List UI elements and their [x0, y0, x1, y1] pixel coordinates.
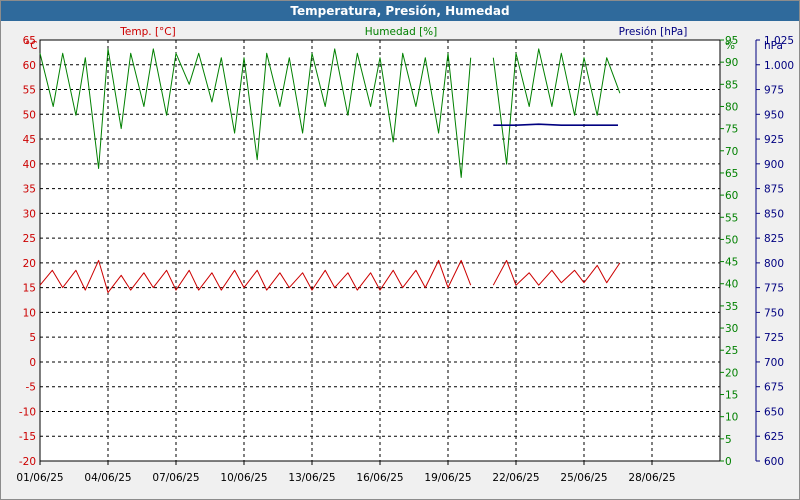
humidity-tick-label: 75 [725, 124, 738, 136]
humidity-tick-label: 15 [725, 390, 738, 402]
humidity-axis-title: Humedad [%] [365, 26, 438, 38]
temp-tick-label: 55 [23, 85, 36, 97]
humidity-tick-label: 55 [725, 212, 738, 224]
humidity-tick-label: 0 [725, 456, 732, 468]
humidity-unit-label: % [725, 40, 735, 52]
chart-canvas: 65605550454035302520151050-5-10-15-20959… [16, 26, 794, 484]
x-tick-label: 04/06/25 [84, 472, 131, 484]
pressure-tick-label: 750 [764, 307, 784, 319]
pressure-tick-label: 900 [764, 159, 784, 171]
x-tick-label: 10/06/25 [220, 472, 267, 484]
temp-tick-label: -5 [26, 382, 36, 394]
pressure-tick-label: 775 [764, 283, 784, 295]
pressure-tick-label: 825 [764, 233, 784, 245]
x-tick-label: 19/06/25 [424, 472, 471, 484]
humidity-tick-label: 5 [725, 434, 732, 446]
humidity-tick-label: 70 [725, 146, 738, 158]
temp-tick-label: 40 [23, 159, 36, 171]
pressure-tick-label: 1.000 [764, 60, 794, 72]
temp-tick-label: 5 [29, 332, 36, 344]
pressure-tick-label: 625 [764, 431, 784, 443]
pressure-unit-label: hPa [764, 40, 783, 52]
temp-unit-label: °C [25, 40, 38, 52]
pressure-axis-title: Presión [hPa] [619, 26, 688, 38]
temp-tick-label: 20 [23, 258, 36, 270]
temp-tick-label: 60 [23, 60, 36, 72]
pressure-tick-label: 850 [764, 208, 784, 220]
humidity-tick-label: 50 [725, 234, 738, 246]
humidity-tick-label: 60 [725, 190, 738, 202]
temp-tick-label: 45 [23, 134, 36, 146]
temp-tick-label: 30 [23, 208, 36, 220]
pressure-tick-label: 675 [764, 382, 784, 394]
temp-tick-label: 10 [23, 307, 36, 319]
temp-tick-label: 0 [29, 357, 36, 369]
humidity-tick-label: 65 [725, 168, 738, 180]
pressure-tick-label: 600 [764, 456, 784, 468]
humidity-tick-label: 85 [725, 79, 738, 91]
humidity-tick-label: 25 [725, 345, 738, 357]
humidity-tick-label: 10 [725, 412, 738, 424]
humidity-tick-label: 80 [725, 101, 738, 113]
pressure-tick-label: 700 [764, 357, 784, 369]
pressure-tick-label: 875 [764, 184, 784, 196]
x-tick-label: 07/06/25 [152, 472, 199, 484]
x-tick-label: 22/06/25 [492, 472, 539, 484]
temp-tick-label: -10 [19, 406, 36, 418]
x-tick-label: 28/06/25 [628, 472, 675, 484]
pressure-tick-label: 650 [764, 406, 784, 418]
temp-tick-label: 25 [23, 233, 36, 245]
temp-tick-label: -20 [19, 456, 36, 468]
temp-axis-title: Temp. [°C] [119, 26, 175, 38]
humidity-tick-label: 45 [725, 257, 738, 269]
temp-tick-label: 15 [23, 283, 36, 295]
pressure-tick-label: 925 [764, 134, 784, 146]
x-tick-label: 01/06/25 [16, 472, 63, 484]
x-tick-label: 13/06/25 [288, 472, 335, 484]
humidity-tick-label: 35 [725, 301, 738, 313]
x-tick-label: 16/06/25 [356, 472, 403, 484]
pressure-tick-label: 975 [764, 85, 784, 97]
x-tick-label: 25/06/25 [560, 472, 607, 484]
humidity-tick-label: 90 [725, 57, 738, 69]
humidity-tick-label: 20 [725, 367, 738, 379]
temp-tick-label: 50 [23, 109, 36, 121]
temp-tick-label: -15 [19, 431, 36, 443]
pressure-tick-label: 800 [764, 258, 784, 270]
pressure-tick-label: 725 [764, 332, 784, 344]
humidity-tick-label: 30 [725, 323, 738, 335]
temp-tick-label: 35 [23, 184, 36, 196]
pressure-tick-label: 950 [764, 109, 784, 121]
humidity-tick-label: 40 [725, 279, 738, 291]
